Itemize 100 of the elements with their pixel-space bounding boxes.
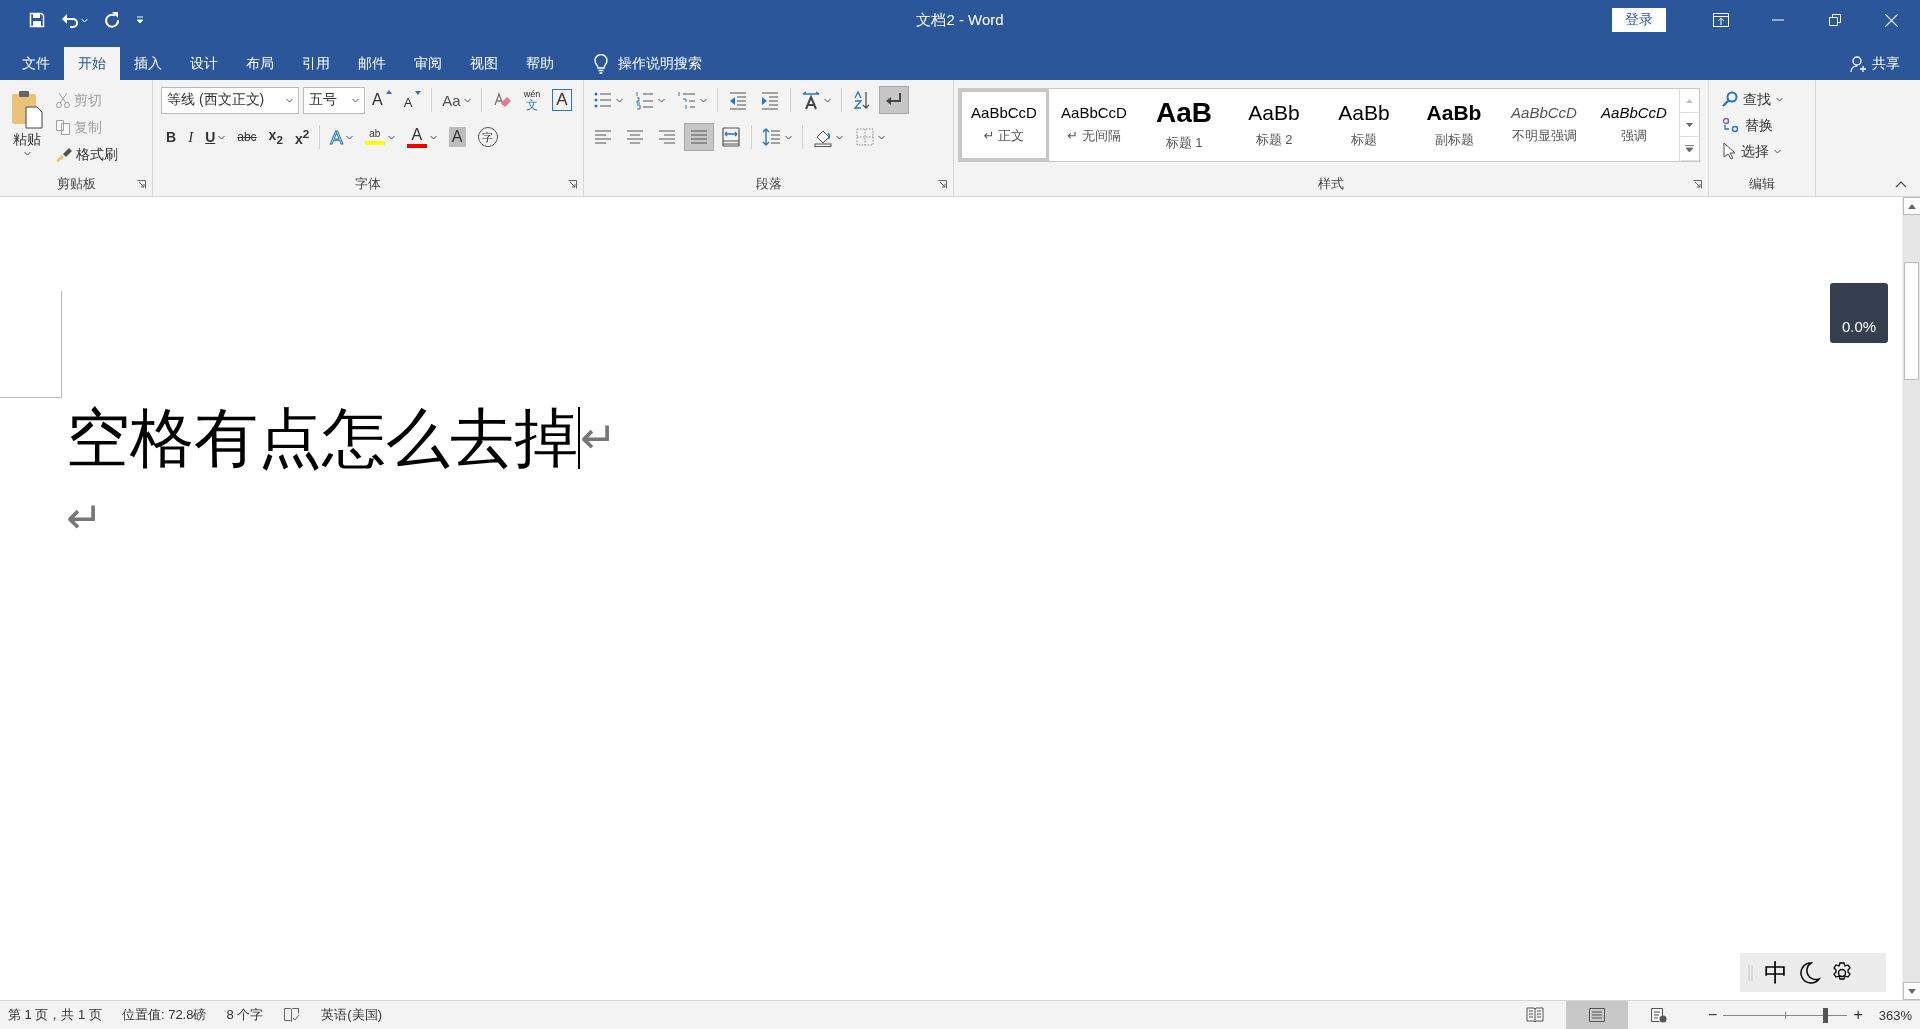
borders-icon: [855, 127, 875, 147]
dialog-launcher-icon[interactable]: [1693, 179, 1702, 189]
window-title: 文档2 - Word: [916, 10, 1004, 30]
pointer-icon: [1722, 142, 1736, 160]
triangle-icon: [385, 90, 392, 94]
style-item[interactable]: AaBbCcD 不明显强调: [1499, 89, 1589, 161]
zoom-in-button[interactable]: +: [1847, 1006, 1869, 1024]
change-case-button[interactable]: Aa: [437, 86, 476, 114]
caret-icon: [352, 97, 359, 103]
phonetic-guide-button[interactable]: wén 文: [518, 86, 546, 114]
caret-icon: [23, 151, 31, 156]
subscript-button[interactable]: x$_{2}$: [263, 123, 288, 151]
ribbon-tab[interactable]: 引用: [288, 47, 344, 80]
input-mode-button[interactable]: 中: [1763, 955, 1789, 990]
restore-icon: [1828, 14, 1841, 26]
ribbon-tab[interactable]: 视图: [456, 47, 512, 80]
group-label: 剪贴板: [56, 175, 96, 193]
zoom-out-button[interactable]: −: [1702, 1006, 1724, 1024]
moon-icon[interactable]: [1799, 960, 1821, 985]
zoom-level: 363%: [1878, 1007, 1912, 1023]
tell-me-search[interactable]: 操作说明搜索: [594, 47, 702, 80]
ribbon-tab[interactable]: 布局: [232, 47, 288, 80]
caret-icon: [1774, 148, 1781, 154]
undo-icon: [61, 12, 79, 28]
enclose-character-button[interactable]: 字: [472, 123, 503, 151]
redo-icon: [104, 12, 120, 28]
scroll-thumb[interactable]: [1904, 262, 1919, 380]
highlight-button[interactable]: ab: [359, 123, 400, 151]
paste-button[interactable]: 粘贴: [4, 86, 50, 172]
triangle-icon: [415, 91, 422, 95]
style-item[interactable]: AaBbCcD 强调: [1589, 89, 1679, 161]
underline-button[interactable]: U: [200, 123, 231, 151]
scissors-icon: [55, 91, 71, 108]
shrink-font-button[interactable]: A: [398, 86, 427, 114]
ribbon-tab[interactable]: 帮助: [512, 47, 568, 80]
person-add-icon: [1850, 54, 1868, 73]
sign-in-button[interactable]: 登录: [1612, 8, 1666, 32]
group-label: 编辑: [1749, 175, 1775, 193]
file-tab[interactable]: 文件: [8, 47, 64, 80]
multilevel-list-icon: [677, 90, 697, 110]
style-item[interactable]: AaBbCcD ↵ 正文: [959, 89, 1049, 161]
clipboard-icon: [10, 89, 44, 129]
bulleted-list-icon: [593, 90, 613, 110]
book-icon: [1526, 1007, 1545, 1023]
ribbon-display-icon: [1712, 13, 1729, 27]
group-label: 段落: [755, 175, 782, 193]
superscript-button[interactable]: x$^{2}$: [289, 123, 315, 151]
ribbon-tab[interactable]: 审阅: [400, 47, 456, 80]
ribbon-tab[interactable]: 插入: [120, 47, 176, 80]
dialog-launcher-icon[interactable]: [137, 179, 146, 189]
format-painter-button[interactable]: 格式刷: [50, 140, 123, 167]
share-button[interactable]: 共享: [1850, 47, 1900, 80]
language-indicator[interactable]: 英语(美国): [321, 1006, 382, 1024]
style-item[interactable]: AaBbCcD ↵ 无间隔: [1049, 89, 1139, 161]
chevron-up-icon: [1895, 181, 1907, 188]
select-button[interactable]: 选择: [1717, 138, 1788, 164]
font-size-field[interactable]: 五号: [303, 86, 365, 114]
dialog-launcher-icon[interactable]: [568, 179, 577, 189]
justify-icon: [689, 127, 709, 147]
save-icon: [29, 12, 45, 28]
ribbon-tab[interactable]: 开始: [64, 47, 120, 80]
ribbon-tab[interactable]: 邮件: [344, 47, 400, 80]
font-color-button[interactable]: A: [401, 123, 442, 151]
style-item[interactable]: AaBb 标题 2: [1229, 89, 1319, 161]
paragraph-mark: ↵: [66, 491, 103, 545]
close-icon: [1885, 13, 1898, 27]
show-marks-button[interactable]: [879, 86, 909, 114]
scroll-down-button[interactable]: [1903, 982, 1920, 1000]
page-count: 第 1 页，共 1 页: [8, 1006, 102, 1024]
italic-button[interactable]: I: [183, 123, 199, 151]
align-center-icon: [625, 127, 645, 147]
document-text: 空格有点怎么去掉: [66, 400, 578, 477]
style-item[interactable]: AaBb 标题: [1319, 89, 1409, 161]
down-arrow-icon: [1908, 988, 1916, 994]
caret-icon: [286, 97, 293, 103]
strikethrough-button[interactable]: abc: [232, 123, 262, 151]
style-item[interactable]: AaBb 副标题: [1409, 89, 1499, 161]
proofing-icon[interactable]: [283, 1007, 302, 1023]
scroll-up-button[interactable]: [1903, 197, 1920, 215]
ribbon-tab[interactable]: 设计: [176, 47, 232, 80]
group-label: 字体: [355, 175, 381, 193]
align-right-icon: [657, 127, 677, 147]
font-name-field[interactable]: 等线 (西文正文): [161, 86, 299, 114]
style-item[interactable]: AaB 标题 1: [1139, 89, 1229, 161]
dialog-launcher-icon[interactable]: [938, 179, 947, 189]
decrease-indent-icon: [728, 90, 748, 110]
asian-layout-icon: [801, 90, 821, 110]
paragraph-mark: ↵: [580, 411, 617, 465]
bold-button[interactable]: B: [161, 123, 182, 151]
replace-button[interactable]: 替换: [1717, 112, 1788, 138]
align-left-icon: [593, 127, 613, 147]
find-button[interactable]: 查找: [1717, 86, 1788, 112]
grow-font-button[interactable]: A: [367, 86, 397, 114]
caret-icon: [1776, 96, 1783, 102]
replace-icon: [1722, 117, 1740, 133]
more-icon: [1685, 145, 1694, 153]
progress-badge: 0.0%: [1830, 283, 1888, 343]
character-shading-button[interactable]: A: [443, 123, 471, 151]
zoom-slider-thumb[interactable]: [1823, 1007, 1829, 1023]
print-view-button[interactable]: [1566, 1001, 1629, 1029]
